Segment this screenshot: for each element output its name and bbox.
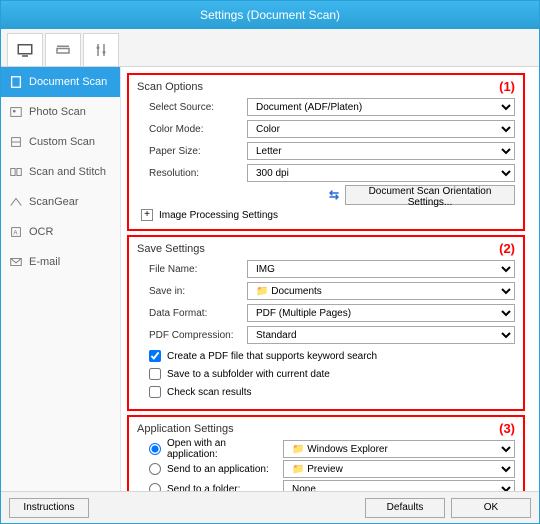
file-name-combo[interactable]: IMG bbox=[247, 260, 515, 278]
scan-options-title: Scan Options bbox=[137, 81, 515, 93]
send-app-combo[interactable]: 📁 Preview bbox=[283, 460, 515, 478]
defaults-button[interactable]: Defaults bbox=[365, 498, 445, 518]
section-marker-3: (3) bbox=[499, 421, 515, 436]
svg-text:A: A bbox=[13, 230, 18, 237]
sidebar-item-label: OCR bbox=[29, 226, 53, 238]
sidebar-item-scangear[interactable]: ScanGear bbox=[1, 187, 120, 217]
expander-label: Image Processing Settings bbox=[159, 210, 278, 221]
email-icon bbox=[9, 255, 23, 269]
sidebar-item-label: Photo Scan bbox=[29, 106, 86, 118]
sidebar-item-scan-and-stitch[interactable]: Scan and Stitch bbox=[1, 157, 120, 187]
sidebar-item-label: E-mail bbox=[29, 256, 60, 268]
plus-icon: + bbox=[141, 209, 153, 221]
sidebar: Document Scan Photo Scan Custom Scan Sca… bbox=[1, 67, 121, 491]
image-processing-expander[interactable]: + Image Processing Settings bbox=[137, 209, 515, 221]
sidebar-item-ocr[interactable]: A OCR bbox=[1, 217, 120, 247]
monitor-icon bbox=[16, 41, 34, 59]
chk-subfolder-date[interactable]: Save to a subfolder with current date bbox=[137, 365, 515, 383]
chk-scan-results[interactable]: Check scan results bbox=[137, 383, 515, 401]
section-marker-1: (1) bbox=[499, 79, 515, 94]
radio-send-app[interactable] bbox=[149, 463, 161, 475]
tools-icon bbox=[92, 41, 110, 59]
content-pane[interactable]: (1) Scan Options Select Source: Document… bbox=[121, 67, 539, 491]
scan-options-group: (1) Scan Options Select Source: Document… bbox=[127, 73, 525, 231]
chk-subfolder-box[interactable] bbox=[149, 368, 161, 380]
save-settings-group: (2) Save Settings File Name: IMG Save in… bbox=[127, 235, 525, 411]
save-in-label: Save in: bbox=[137, 286, 247, 297]
sidebar-item-custom-scan[interactable]: Custom Scan bbox=[1, 127, 120, 157]
instructions-button[interactable]: Instructions bbox=[9, 498, 89, 518]
data-format-label: Data Format: bbox=[137, 308, 247, 319]
data-format-combo[interactable]: PDF (Multiple Pages) bbox=[247, 304, 515, 322]
resolution-combo[interactable]: 300 dpi bbox=[247, 164, 515, 182]
chk-scan-results-box[interactable] bbox=[149, 386, 161, 398]
tab-scan-from-computer[interactable] bbox=[7, 33, 43, 66]
select-source-label: Select Source: bbox=[137, 102, 247, 113]
orientation-settings-button[interactable]: Document Scan Orientation Settings... bbox=[345, 185, 515, 205]
chk-keyword-search[interactable]: Create a PDF file that supports keyword … bbox=[137, 347, 515, 365]
save-settings-title: Save Settings bbox=[137, 243, 515, 255]
paper-size-combo[interactable]: Letter bbox=[247, 142, 515, 160]
resolution-label: Resolution: bbox=[137, 168, 247, 179]
photo-icon bbox=[9, 105, 23, 119]
pdf-compression-combo[interactable]: Standard bbox=[247, 326, 515, 344]
application-settings-group: (3) Application Settings Open with an ap… bbox=[127, 415, 525, 491]
tab-general[interactable] bbox=[83, 33, 119, 66]
settings-window: Settings (Document Scan) Document Scan bbox=[0, 0, 540, 524]
section-marker-2: (2) bbox=[499, 241, 515, 256]
custom-icon bbox=[9, 135, 23, 149]
pdf-compression-label: PDF Compression: bbox=[137, 330, 247, 341]
color-mode-label: Color Mode: bbox=[137, 124, 247, 135]
top-tabstrip bbox=[1, 29, 539, 67]
file-name-label: File Name: bbox=[137, 264, 247, 275]
select-source-combo[interactable]: Document (ADF/Platen) bbox=[247, 98, 515, 116]
sidebar-item-photo-scan[interactable]: Photo Scan bbox=[1, 97, 120, 127]
scangear-icon bbox=[9, 195, 23, 209]
main-area: Document Scan Photo Scan Custom Scan Sca… bbox=[1, 67, 539, 491]
reset-icon[interactable]: ⇆ bbox=[329, 188, 339, 202]
send-folder-combo[interactable]: None bbox=[283, 480, 515, 491]
application-settings-title: Application Settings bbox=[137, 423, 515, 435]
sidebar-item-label: Scan and Stitch bbox=[29, 166, 106, 178]
radio-send-folder[interactable] bbox=[149, 483, 161, 491]
window-body: Document Scan Photo Scan Custom Scan Sca… bbox=[1, 29, 539, 491]
color-mode-combo[interactable]: Color bbox=[247, 120, 515, 138]
sidebar-item-label: ScanGear bbox=[29, 196, 79, 208]
save-in-combo[interactable]: 📁 Documents bbox=[247, 282, 515, 300]
window-title: Settings (Document Scan) bbox=[200, 8, 340, 22]
sidebar-item-label: Custom Scan bbox=[29, 136, 95, 148]
paper-size-label: Paper Size: bbox=[137, 146, 247, 157]
ocr-icon: A bbox=[9, 225, 23, 239]
sidebar-item-document-scan[interactable]: Document Scan bbox=[1, 67, 120, 97]
sidebar-item-email[interactable]: E-mail bbox=[1, 247, 120, 277]
open-with-combo[interactable]: 📁 Windows Explorer bbox=[283, 440, 515, 458]
scanner-icon bbox=[54, 41, 72, 59]
ok-button[interactable]: OK bbox=[451, 498, 531, 518]
titlebar: Settings (Document Scan) bbox=[1, 1, 539, 29]
stitch-icon bbox=[9, 165, 23, 179]
chk-keyword-search-box[interactable] bbox=[149, 350, 161, 362]
radio-open-with[interactable] bbox=[149, 443, 161, 455]
document-icon bbox=[9, 75, 23, 89]
sidebar-item-label: Document Scan bbox=[29, 76, 107, 88]
tab-scan-from-panel[interactable] bbox=[45, 33, 81, 66]
footer-bar: Instructions Defaults OK bbox=[1, 491, 539, 523]
